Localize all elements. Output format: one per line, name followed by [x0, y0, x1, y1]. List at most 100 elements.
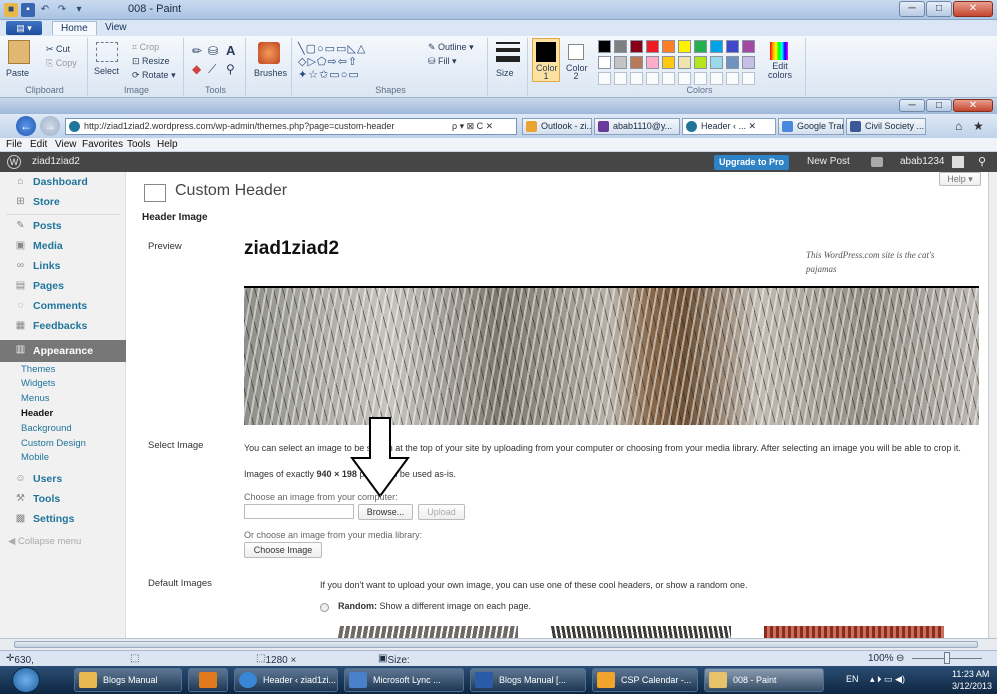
submenu-menus[interactable]: Menus: [21, 393, 50, 404]
random-radio[interactable]: [320, 603, 329, 612]
home-icon[interactable]: ⌂: [955, 119, 962, 133]
sidebar-item-dashboard[interactable]: ⌂ Dashboard: [0, 172, 126, 192]
color-picker-icon[interactable]: ⟋: [208, 62, 216, 77]
rotate-button[interactable]: ⟳ Rotate ▾: [132, 70, 176, 81]
vertical-scrollbar[interactable]: [988, 172, 997, 638]
undo-icon[interactable]: ↶: [38, 3, 52, 17]
start-button[interactable]: [12, 667, 40, 693]
upload-button[interactable]: Upload: [418, 504, 465, 520]
default-header-thumb-3[interactable]: [764, 626, 944, 638]
tab-google-translate[interactable]: Google Tran...: [778, 118, 844, 135]
sidebar-item-pages[interactable]: ▤ Pages: [0, 276, 126, 296]
brushes-button[interactable]: Brushes: [254, 68, 287, 78]
empty-color-swatch[interactable]: [598, 72, 611, 85]
tab-header[interactable]: Header ‹ ... ✕: [682, 118, 776, 135]
pencil-icon[interactable]: ✏: [192, 44, 202, 58]
forward-button[interactable]: →: [40, 116, 60, 136]
taskbar-paint[interactable]: 008 - Paint: [704, 668, 824, 692]
color-swatch[interactable]: [662, 40, 675, 53]
menu-view[interactable]: View: [55, 139, 77, 150]
submenu-background[interactable]: Background: [21, 423, 72, 434]
site-name-link[interactable]: ziad1ziad2: [32, 156, 80, 167]
user-menu[interactable]: abab1234: [900, 156, 945, 167]
empty-color-swatch[interactable]: [678, 72, 691, 85]
color-swatch[interactable]: [726, 40, 739, 53]
select-icon[interactable]: [96, 42, 118, 62]
empty-color-swatch[interactable]: [630, 72, 643, 85]
close-button[interactable]: ✕: [953, 1, 993, 17]
taskbar-internet-explorer[interactable]: Header ‹ ziad1zi...: [234, 668, 338, 692]
menu-tools[interactable]: Tools: [127, 139, 150, 150]
qat-dropdown-icon[interactable]: ▾: [72, 3, 86, 17]
edit-colors-icon[interactable]: [770, 42, 788, 60]
file-path-input[interactable]: [244, 504, 354, 519]
new-post-link[interactable]: New Post: [807, 156, 850, 167]
color-swatch[interactable]: [694, 40, 707, 53]
search-icon[interactable]: ⚲: [978, 155, 986, 168]
color-swatch[interactable]: [662, 56, 675, 69]
horizontal-scrollbar[interactable]: [0, 638, 997, 650]
color-swatch[interactable]: [630, 40, 643, 53]
tab-civil-society[interactable]: Civil Society ...: [846, 118, 926, 135]
save-icon[interactable]: ▪: [21, 3, 35, 17]
crop-button[interactable]: ⌗ Crop: [132, 42, 159, 53]
browser-maximize-button[interactable]: □: [926, 99, 952, 112]
address-tools[interactable]: ρ ▾ ⊠ C ✕: [452, 121, 494, 132]
color-swatch[interactable]: [646, 40, 659, 53]
color-swatch[interactable]: [598, 40, 611, 53]
maximize-button[interactable]: □: [926, 1, 952, 17]
clock-date[interactable]: 3/12/2013: [952, 681, 992, 691]
paint-app-icon[interactable]: ■: [4, 3, 18, 17]
resize-button[interactable]: ⊡ Resize: [132, 56, 170, 67]
upgrade-button[interactable]: Upgrade to Pro: [714, 155, 789, 170]
notifications-icon[interactable]: [871, 157, 883, 167]
taskbar-outlook-calendar[interactable]: CSP Calendar -...: [592, 668, 698, 692]
text-tool-icon[interactable]: A: [226, 43, 235, 58]
empty-color-swatch[interactable]: [646, 72, 659, 85]
menu-favorites[interactable]: Favorites: [82, 139, 123, 150]
color-swatch[interactable]: [742, 40, 755, 53]
color-swatch[interactable]: [742, 56, 755, 69]
tab-home[interactable]: Home: [52, 21, 97, 35]
browser-close-button[interactable]: ✕: [953, 99, 993, 112]
color-swatch[interactable]: [726, 56, 739, 69]
empty-color-swatch[interactable]: [726, 72, 739, 85]
default-header-thumb-2[interactable]: [551, 626, 731, 638]
sidebar-item-posts[interactable]: ✎ Posts: [0, 216, 126, 236]
url-field[interactable]: http://ziad1ziad2.wordpress.com/wp-admin…: [65, 118, 517, 135]
color-swatch[interactable]: [598, 56, 611, 69]
sidebar-item-appearance[interactable]: ▥ Appearance: [0, 340, 130, 362]
sidebar-item-users[interactable]: ☺ Users: [0, 469, 126, 489]
size-button[interactable]: Size: [496, 68, 514, 78]
submenu-header[interactable]: Header: [21, 408, 53, 419]
sidebar-item-links[interactable]: ∞ Links: [0, 256, 126, 276]
color-swatch[interactable]: [710, 40, 723, 53]
sidebar-item-media[interactable]: ▣ Media: [0, 236, 126, 256]
collapse-menu-button[interactable]: ◀ Collapse menu: [8, 536, 81, 547]
zoom-out-icon[interactable]: ⊖: [896, 653, 904, 664]
paste-icon[interactable]: [8, 40, 30, 64]
color-swatch[interactable]: [646, 56, 659, 69]
select-button[interactable]: Select: [94, 66, 119, 76]
menu-edit[interactable]: Edit: [30, 139, 47, 150]
scroll-thumb[interactable]: [14, 641, 978, 648]
clock-time[interactable]: 11:23 AM: [952, 669, 989, 679]
taskbar-word[interactable]: Blogs Manual [...: [470, 668, 586, 692]
fill-bucket-icon[interactable]: ⛁: [208, 44, 218, 58]
edit-colors-button[interactable]: Edit colors: [766, 62, 794, 80]
cut-button[interactable]: ✂ Cut: [46, 44, 70, 55]
minimize-button[interactable]: ─: [899, 1, 925, 17]
browse-button[interactable]: Browse...: [358, 504, 413, 520]
sidebar-item-comments[interactable]: ◌ Comments: [0, 296, 126, 316]
empty-color-swatch[interactable]: [662, 72, 675, 85]
choose-image-button[interactable]: Choose Image: [244, 542, 322, 558]
outline-button[interactable]: ✎ Outline ▾: [428, 42, 474, 53]
copy-button[interactable]: ⎘ Copy: [46, 58, 77, 69]
color2-swatch[interactable]: [568, 44, 584, 60]
color-swatch[interactable]: [614, 56, 627, 69]
menu-help[interactable]: Help: [157, 139, 178, 150]
tab-yahoo-mail[interactable]: abab1110@y...: [594, 118, 680, 135]
shapes-gallery[interactable]: ╲▢○▭▭◺△ ◇▷⬠⇨⇦⇧ ✦☆✩▭○▭: [298, 42, 366, 81]
color-swatch[interactable]: [694, 56, 707, 69]
avatar[interactable]: [952, 156, 964, 168]
